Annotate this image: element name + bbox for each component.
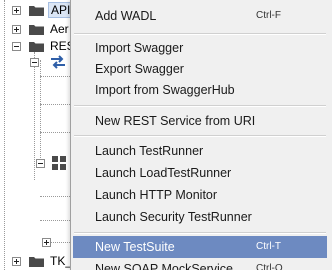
folder-icon xyxy=(29,25,44,35)
tree-node-label[interactable]: Aer xyxy=(50,21,69,37)
menu-item-import-swagger[interactable]: Import Swagger xyxy=(73,37,327,59)
menu-item-import-from-swaggerhub[interactable]: Import from SwaggerHub xyxy=(73,79,327,101)
menu-separator xyxy=(74,33,326,35)
rest-service-icon xyxy=(51,55,65,69)
expand-toggle[interactable] xyxy=(12,6,21,15)
tree-guide-line xyxy=(4,0,5,270)
menu-item-launch-testrunner[interactable]: Launch TestRunner xyxy=(73,140,327,162)
menu-item-label: Add WADL xyxy=(95,9,157,23)
menu-item-label: New SOAP MockService xyxy=(95,262,234,270)
menu-item-label: Launch HTTP Monitor xyxy=(95,188,218,202)
app-window: API Aer REST TK_ Add WADL Ctrl-F Import … xyxy=(0,0,332,270)
menu-item-label: Import from SwaggerHub xyxy=(95,83,235,97)
folder-icon xyxy=(29,42,44,52)
folder-icon xyxy=(29,257,44,267)
tree-guide-line xyxy=(34,52,35,180)
menu-item-add-wadl[interactable]: Add WADL Ctrl-F xyxy=(73,5,327,27)
collapse-toggle[interactable] xyxy=(30,58,39,67)
tree-guide-line xyxy=(40,132,70,133)
menu-separator xyxy=(74,232,326,234)
expand-toggle[interactable] xyxy=(12,25,21,34)
menu-item-label: Launch Security TestRunner xyxy=(95,210,252,224)
menu-item-label: New TestSuite xyxy=(95,240,175,254)
menu-separator xyxy=(74,105,326,107)
menu-item-label: Import Swagger xyxy=(95,41,184,55)
menu-separator xyxy=(74,135,326,137)
tree-guide-line xyxy=(40,76,70,77)
menu-item-label: New REST Service from URI xyxy=(95,114,256,128)
menu-item-export-swagger[interactable]: Export Swagger xyxy=(73,58,327,80)
menu-item-shortcut: Ctrl-O xyxy=(256,263,283,270)
menu-item-new-testsuite[interactable]: New TestSuite Ctrl-T xyxy=(73,236,327,258)
tree-node-label[interactable]: TK_ xyxy=(50,253,72,269)
collapse-toggle[interactable] xyxy=(12,42,21,51)
menu-item-label: Launch LoadTestRunner xyxy=(95,166,232,180)
resource-icon xyxy=(52,156,66,170)
tree-guide-line xyxy=(40,60,41,160)
menu-item-label: Launch TestRunner xyxy=(95,144,204,158)
menu-item-new-rest-service-from-uri[interactable]: New REST Service from URI xyxy=(73,110,327,132)
menu-item-shortcut: Ctrl-T xyxy=(256,241,281,252)
tree-guide-line xyxy=(40,220,70,221)
menu-item-new-soap-mockservice[interactable]: New SOAP MockService Ctrl-O xyxy=(73,258,327,270)
folder-icon xyxy=(29,6,44,16)
menu-item-launch-loadtestrunner[interactable]: Launch LoadTestRunner xyxy=(73,162,327,184)
tree-guide-line xyxy=(40,196,70,197)
menu-item-launch-security-testrunner[interactable]: Launch Security TestRunner xyxy=(73,206,327,228)
context-menu: Add WADL Ctrl-F Import Swagger Export Sw… xyxy=(70,0,332,270)
menu-item-label: Export Swagger xyxy=(95,62,184,76)
expand-toggle[interactable] xyxy=(42,238,51,247)
expand-toggle[interactable] xyxy=(12,257,21,266)
menu-item-shortcut: Ctrl-F xyxy=(256,10,281,21)
tree-guide-line xyxy=(40,104,70,105)
collapse-toggle[interactable] xyxy=(36,159,45,168)
menu-item-launch-http-monitor[interactable]: Launch HTTP Monitor xyxy=(73,184,327,206)
